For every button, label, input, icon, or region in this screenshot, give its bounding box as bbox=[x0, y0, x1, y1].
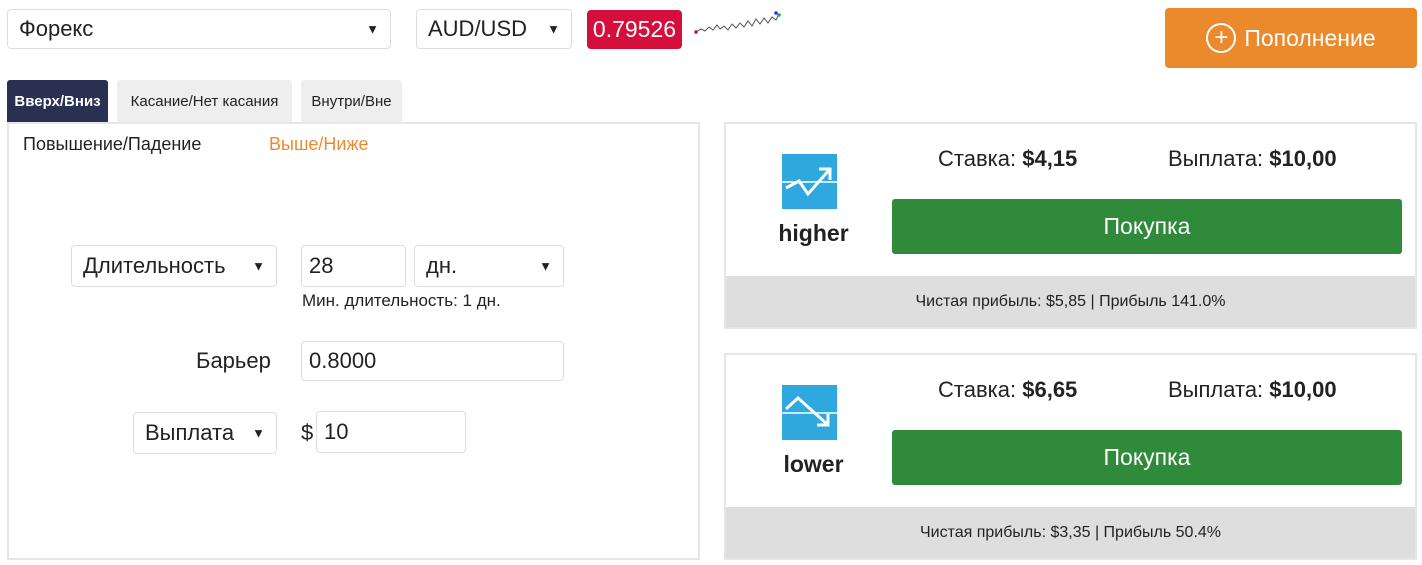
subtab-rise-fall[interactable]: Повышение/Падение bbox=[23, 134, 201, 155]
stake-label: Ставка: bbox=[938, 377, 1017, 402]
tab-touch-no-touch[interactable]: Касание/Нет касания bbox=[117, 80, 292, 122]
duration-value-input[interactable]: 28 bbox=[301, 245, 406, 287]
amount-type-value: Выплата bbox=[145, 420, 235, 445]
payout-text: Выплата: $10,00 bbox=[1168, 146, 1337, 172]
min-duration-hint: Мин. длительность: 1 дн. bbox=[302, 291, 501, 310]
chevron-down-icon: ▼ bbox=[539, 258, 552, 274]
plus-circle-icon: + bbox=[1206, 23, 1237, 53]
market-select-value: Форекс bbox=[19, 16, 94, 41]
payout-text: Выплата: $10,00 bbox=[1168, 377, 1337, 403]
tab-label: Касание/Нет касания bbox=[130, 92, 279, 110]
stake-text: Ставка: $4,15 bbox=[938, 146, 1077, 172]
stake-text: Ставка: $6,65 bbox=[938, 377, 1077, 403]
contract-card-higher: higher Ставка: $4,15 Выплата: $10,00 Пок… bbox=[724, 122, 1417, 329]
chevron-down-icon: ▼ bbox=[252, 258, 265, 274]
chevron-down-icon: ▼ bbox=[547, 21, 560, 37]
subtab-higher-lower[interactable]: Выше/Ниже bbox=[269, 134, 369, 155]
chevron-down-icon: ▼ bbox=[366, 21, 379, 37]
trend-down-icon bbox=[782, 385, 837, 440]
payout-label: Выплата: bbox=[1168, 146, 1264, 171]
stake-label: Ставка: bbox=[938, 146, 1017, 171]
currency-symbol: $ bbox=[301, 420, 314, 445]
trend-up-icon bbox=[782, 154, 837, 209]
tab-label: Вверх/Вниз bbox=[14, 92, 101, 110]
amount-type-select[interactable]: Выплата ▼ bbox=[133, 412, 277, 454]
stake-amount: $6,65 bbox=[1022, 377, 1078, 402]
profit-summary: Чистая прибыль: $5,85 | Прибыль 141.0% bbox=[726, 276, 1415, 327]
payout-label: Выплата: bbox=[1168, 377, 1264, 402]
price-sparkline bbox=[694, 11, 781, 34]
barrier-label: Барьер bbox=[196, 348, 271, 373]
profit-summary: Чистая прибыль: $3,35 | Прибыль 50.4% bbox=[726, 507, 1415, 558]
tab-higher-lower[interactable]: Вверх/Вниз bbox=[7, 80, 108, 122]
buy-lower-button[interactable]: Покупка bbox=[892, 430, 1402, 485]
contract-type-name: higher bbox=[778, 220, 849, 246]
barrier-input[interactable]: 0.8000 bbox=[301, 341, 564, 381]
market-select[interactable]: Форекс ▼ bbox=[7, 9, 391, 49]
payout-amount: $10,00 bbox=[1269, 146, 1337, 171]
amount-input[interactable]: 10 bbox=[316, 411, 466, 453]
duration-unit-select[interactable]: дн. ▼ bbox=[414, 245, 564, 287]
symbol-select-value: AUD/USD bbox=[428, 16, 528, 41]
deposit-button-label: Пополнение bbox=[1244, 24, 1376, 51]
current-price-badge: 0.79526 bbox=[587, 10, 682, 49]
contract-type-name: lower bbox=[783, 451, 844, 477]
buy-higher-button[interactable]: Покупка bbox=[892, 199, 1402, 254]
duration-type-value: Длительность bbox=[83, 253, 226, 278]
deposit-button[interactable]: + Пополнение bbox=[1165, 8, 1417, 68]
tab-in-out[interactable]: Внутри/Вне bbox=[301, 80, 402, 122]
duration-unit-value: дн. bbox=[426, 253, 458, 278]
stake-amount: $4,15 bbox=[1022, 146, 1078, 171]
payout-amount: $10,00 bbox=[1269, 377, 1337, 402]
duration-type-select[interactable]: Длительность ▼ bbox=[71, 245, 277, 287]
tab-label: Внутри/Вне bbox=[311, 92, 392, 110]
chevron-down-icon: ▼ bbox=[252, 425, 265, 441]
symbol-select[interactable]: AUD/USD ▼ bbox=[416, 9, 572, 49]
contract-card-lower: lower Ставка: $6,65 Выплата: $10,00 Поку… bbox=[724, 353, 1417, 560]
